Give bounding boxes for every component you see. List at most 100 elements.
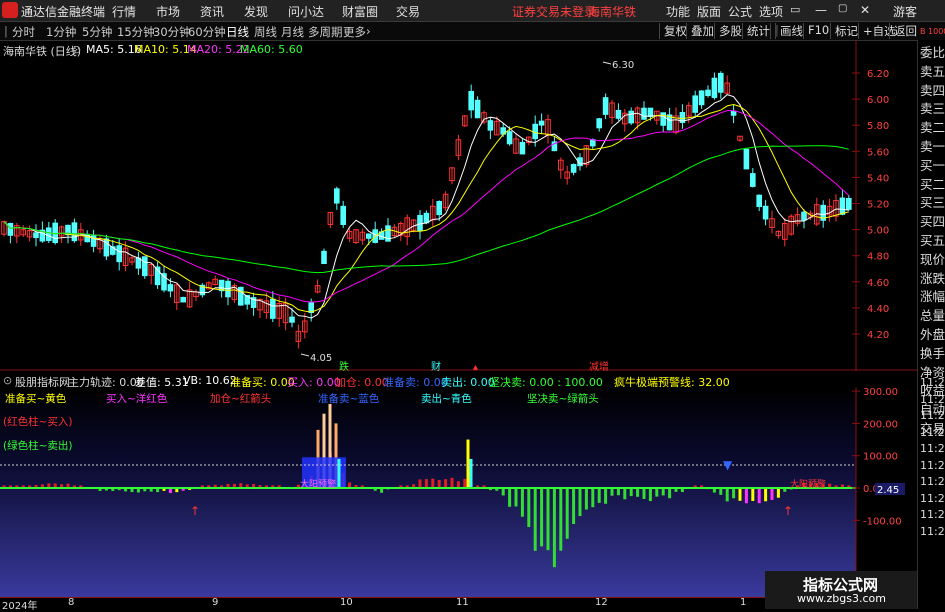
menu-news[interactable]: 资讯 xyxy=(200,3,224,20)
panel-field-label: 卖五 xyxy=(920,63,945,79)
price-tick-label: 5.20 xyxy=(867,200,889,211)
menu-quotes[interactable]: 行情 xyxy=(112,3,136,20)
panel-field-label: 总量 xyxy=(920,308,945,324)
candlestick-chart[interactable]: 6.20 6.00 5.80 5.60 5.40 5.20 5.00 4.80 4.60 4.40… xyxy=(0,40,917,371)
time-label-dec: 12 xyxy=(595,597,608,608)
candle-body xyxy=(570,164,577,173)
indicator-dropdown-icon[interactable]: ⊙ xyxy=(3,374,12,387)
indicator-bar xyxy=(655,488,659,497)
indicator-bar xyxy=(559,488,563,551)
menu-discover[interactable]: 发现 xyxy=(244,3,268,20)
event-label-fin[interactable]: 财 xyxy=(431,360,441,371)
panel-time-label: 11:29 xyxy=(920,392,945,406)
candle-body xyxy=(7,222,14,236)
legend-sell: 卖出~青色 xyxy=(421,392,472,405)
restore-icon[interactable]: ▢ xyxy=(838,3,847,14)
menu-ask[interactable]: 问小达 xyxy=(288,3,324,20)
menu-formula[interactable]: 公式 xyxy=(728,3,752,20)
indicator-bar xyxy=(533,488,537,551)
indicator-tick-label: 200.00 xyxy=(863,419,898,430)
time-label-year: 2024年 xyxy=(2,601,38,612)
period-30min[interactable]: 30分钟 xyxy=(153,24,191,40)
minimize-button[interactable]: — xyxy=(815,3,827,17)
indicator-tick-label: 300.00 xyxy=(863,387,898,398)
period-more[interactable]: 更多 xyxy=(343,24,366,40)
more-chevron-icon[interactable]: › xyxy=(366,24,371,38)
indicator-chart[interactable]: 300.00200.00100.000.00-100.00 2.45 准备买~黄… xyxy=(0,387,917,597)
menu-trade[interactable]: 交易 xyxy=(396,3,420,20)
menu-function[interactable]: 功能 xyxy=(666,3,690,20)
panel-field-label: 卖三 xyxy=(920,101,945,117)
panel-time-label: 11:29 xyxy=(920,508,945,521)
candle-body xyxy=(180,296,186,303)
indicator-bar xyxy=(642,488,646,499)
candle-body xyxy=(33,232,39,239)
period-5min[interactable]: 5分钟 xyxy=(82,24,112,40)
period-60min[interactable]: 60分钟 xyxy=(188,24,226,40)
indicator-bar xyxy=(437,479,441,488)
panel-time-label: 11:29 xyxy=(920,442,945,455)
panel-field-label: 委比 xyxy=(920,45,945,60)
low-price-label: 4.05 xyxy=(310,353,332,364)
menu-wealth[interactable]: 财富圈 xyxy=(342,3,378,20)
title-bar: 通达信金融终端 行情 市场 资讯 发现 问小达 财富圈 交易 证券交易未登录 海… xyxy=(0,0,945,22)
btn-f10[interactable]: F10 xyxy=(803,23,833,39)
minimize-icon[interactable]: ▭ xyxy=(790,3,800,16)
period-monthly[interactable]: 月线 xyxy=(281,24,304,40)
legend-prep-sell: 准备卖~蓝色 xyxy=(318,392,380,405)
indicator-bar xyxy=(661,488,665,496)
panel-time-label: 11:29 xyxy=(920,458,945,472)
event-label-down[interactable]: 跌 xyxy=(339,360,349,371)
overlay-warning-1: 大阳预警 xyxy=(300,478,336,490)
indicator-bar xyxy=(719,488,723,495)
candle-body xyxy=(743,148,750,170)
legend-prep-buy: 准备买~黄色 xyxy=(5,392,67,405)
btn-back[interactable]: 返回 xyxy=(889,23,921,39)
quote-side-panel: B 1000 委比卖五卖四卖三卖二卖一买一买二买三买四买五现价涨跌涨幅总量外盘换… xyxy=(917,27,945,609)
indicator-bar xyxy=(738,488,742,501)
app-logo-icon xyxy=(2,2,18,18)
period-intraday[interactable]: 分时 xyxy=(12,24,35,40)
period-weekly[interactable]: 周线 xyxy=(254,24,277,40)
panel-field-label: 现价 xyxy=(920,251,945,267)
candle-body xyxy=(417,214,423,232)
indicator-bar xyxy=(629,488,633,497)
menu-layout[interactable]: 版面 xyxy=(697,3,721,20)
candle-body xyxy=(436,201,442,216)
indicator-bar xyxy=(572,488,576,524)
app-name: 通达信金融终端 xyxy=(21,5,106,19)
period-daily[interactable]: 日线 xyxy=(226,24,249,40)
panel-field-label: 买一 xyxy=(920,157,945,173)
menu-market[interactable]: 市场 xyxy=(156,3,180,20)
candle-body xyxy=(711,77,718,98)
price-tick-label: 6.20 xyxy=(867,69,889,80)
panel-time-label: 11:29 xyxy=(920,491,945,505)
legend-buy: 买入~洋红色 xyxy=(106,392,168,405)
menu-options[interactable]: 选项 xyxy=(759,3,783,20)
indicator-bar xyxy=(552,488,556,568)
login-notice[interactable]: 证券交易未登录 xyxy=(512,3,596,20)
indicator-bar xyxy=(418,479,422,488)
period-15min[interactable]: 15分钟 xyxy=(117,24,155,40)
candle-body xyxy=(596,118,603,129)
indicator-bar xyxy=(751,488,755,501)
indicator-bar xyxy=(668,488,672,499)
period-multi[interactable]: 多周期 xyxy=(308,24,343,40)
watermark-url: www.zbgs3.com xyxy=(797,592,886,605)
indicator-bar xyxy=(578,488,582,517)
candle-body xyxy=(705,89,711,97)
event-label-reduce[interactable]: 减增 xyxy=(589,360,609,371)
candle-body xyxy=(846,198,852,210)
overlay-warning-2: 大阳预警 xyxy=(790,478,826,490)
panel-time-label: 11:29 xyxy=(920,524,945,538)
ma10-line xyxy=(3,103,849,313)
ma5-line xyxy=(3,94,849,319)
panel-field-label: 涨幅 xyxy=(920,289,945,305)
candle-body xyxy=(334,188,340,204)
event-label-arrow[interactable]: ▴ xyxy=(473,362,478,371)
period-1min[interactable]: 1分钟 xyxy=(46,24,76,40)
guest-label[interactable]: 游客 xyxy=(893,3,917,20)
sell-signal-bar xyxy=(337,458,341,488)
candle-body xyxy=(801,211,807,221)
close-icon[interactable]: ✕ xyxy=(860,3,870,17)
